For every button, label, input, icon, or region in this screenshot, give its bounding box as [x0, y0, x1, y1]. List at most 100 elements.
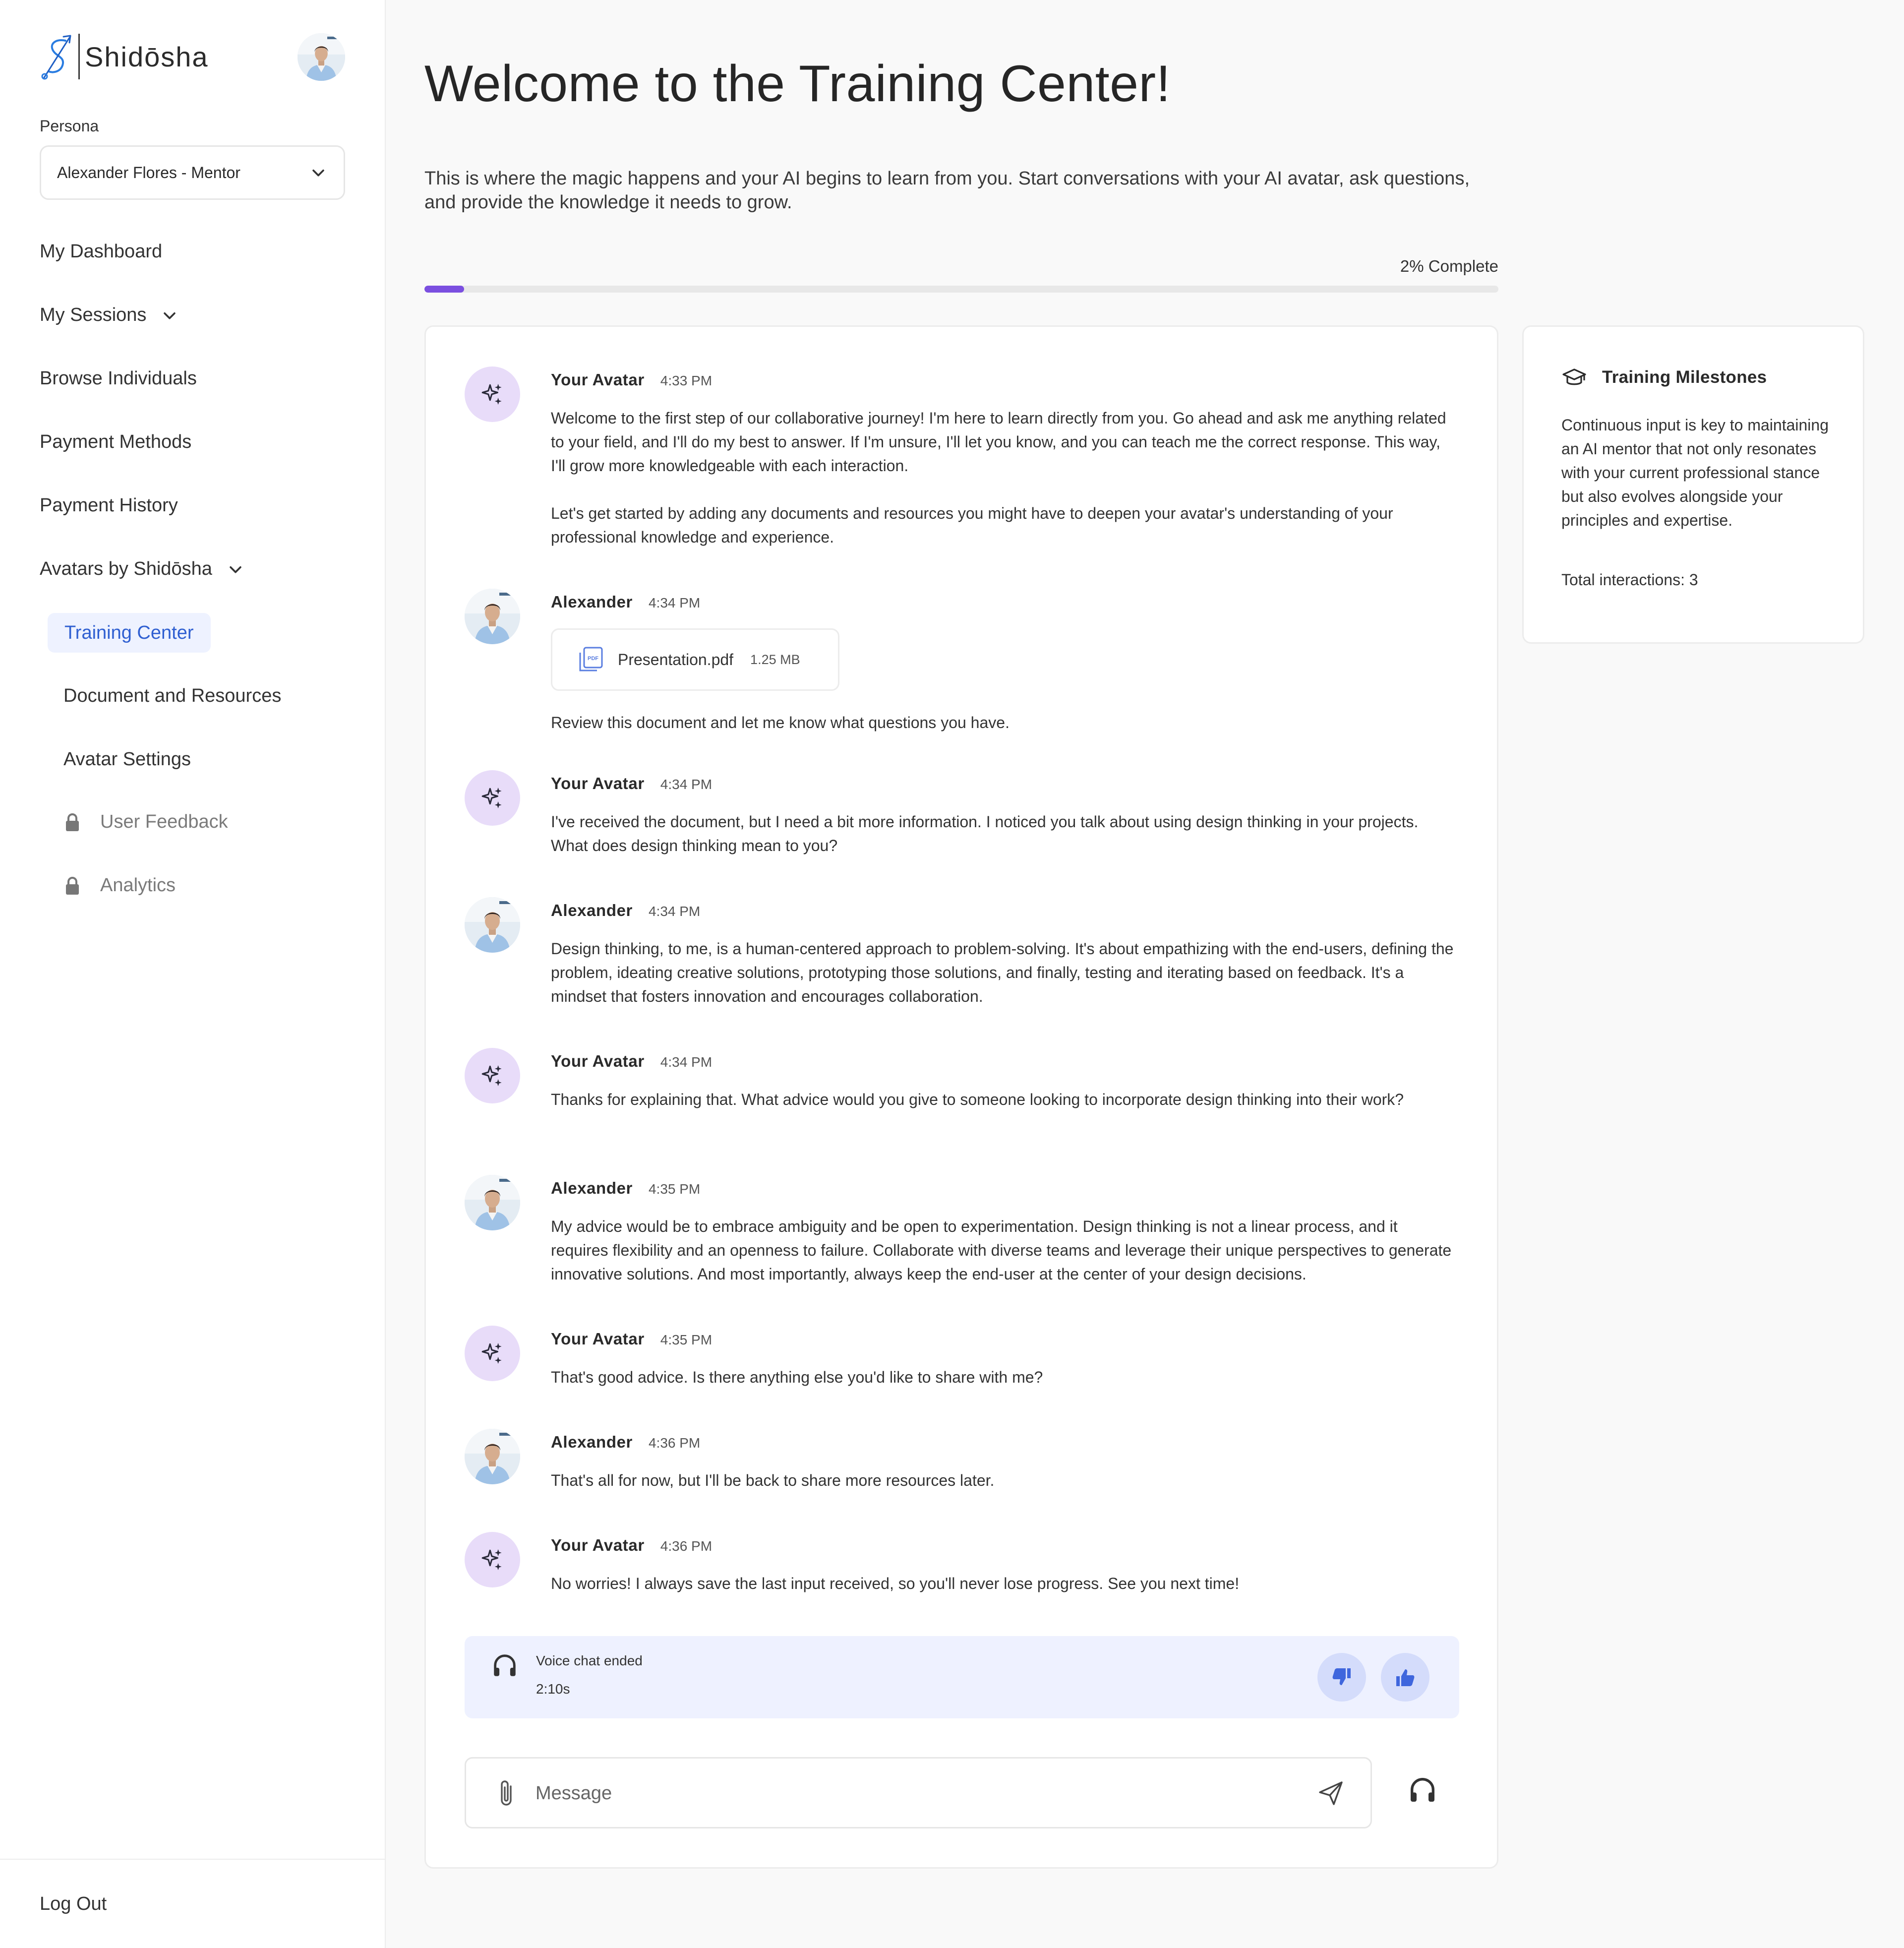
- message-composer: [465, 1757, 1372, 1828]
- sparkles-icon: [481, 1342, 503, 1365]
- message-sender: Your Avatar: [551, 1330, 645, 1348]
- sparkles-icon: [481, 1064, 503, 1087]
- logo-divider: [78, 34, 80, 79]
- message-time: 4:34 PM: [648, 904, 701, 919]
- file-size: 1.25 MB: [750, 652, 800, 667]
- ai-avatar: [465, 1048, 520, 1103]
- message-text: Thanks for explaining that. What advice …: [551, 1091, 1404, 1108]
- message-sender: Alexander: [551, 1179, 633, 1197]
- sidebar-item-training-center[interactable]: Training Center: [48, 613, 211, 653]
- sidebar-item-payment-methods[interactable]: Payment Methods: [40, 431, 191, 453]
- avatar[interactable]: [298, 33, 345, 81]
- message-time: 4:33 PM: [660, 373, 713, 388]
- sidebar-item-label: Analytics: [100, 875, 176, 896]
- chevron-down-icon: [312, 169, 324, 177]
- sidebar-item-dashboard[interactable]: My Dashboard: [40, 241, 162, 262]
- sidebar-item-label: Payment Methods: [40, 431, 192, 452]
- message-sender: Your Avatar: [551, 370, 645, 389]
- message-text: That's all for now, but I'll be back to …: [551, 1471, 995, 1489]
- voice-chat-summary: Voice chat ended 2:10s: [465, 1636, 1459, 1718]
- message-text: Welcome to the first step of our collabo…: [551, 406, 1458, 549]
- sidebar: Shidōsha Persona Alexander Flores - Ment…: [0, 0, 386, 1948]
- sidebar-item-label: Avatar Settings: [63, 749, 191, 770]
- sidebar-item-avatar-settings[interactable]: Avatar Settings: [63, 749, 191, 770]
- message-text: My advice would be to embrace ambiguity …: [551, 1218, 1452, 1283]
- send-icon[interactable]: [1316, 1778, 1346, 1808]
- sparkles-icon: [481, 383, 503, 406]
- message-sender: Alexander: [551, 593, 633, 611]
- sparkles-icon: [481, 1548, 503, 1571]
- pdf-file-icon: PDF: [579, 647, 603, 671]
- message-input[interactable]: [536, 1777, 1279, 1809]
- user-photo: [465, 897, 520, 953]
- message-sender: Your Avatar: [551, 1052, 645, 1070]
- sidebar-item-label: Training Center: [64, 622, 194, 643]
- page-title: Welcome to the Training Center!: [424, 55, 1171, 113]
- message-paragraph: Welcome to the first step of our collabo…: [551, 409, 1446, 475]
- sidebar-item-sessions[interactable]: My Sessions: [40, 304, 178, 326]
- user-avatar: [465, 589, 520, 644]
- thumbs-down-button[interactable]: [1317, 1653, 1366, 1702]
- logout-link[interactable]: Log Out: [40, 1893, 107, 1915]
- user-avatar: [465, 1175, 520, 1230]
- paperclip-icon[interactable]: [496, 1777, 518, 1809]
- user-photo: [465, 1175, 520, 1230]
- sidebar-item-user-feedback: User Feedback: [64, 811, 228, 833]
- persona-label: Persona: [40, 117, 99, 135]
- message-text: No worries! I always save the last input…: [551, 1575, 1240, 1592]
- message-time: 4:34 PM: [648, 595, 701, 610]
- user-photo: [298, 33, 345, 81]
- message-time: 4:35 PM: [648, 1181, 701, 1197]
- message-time: 4:34 PM: [660, 777, 713, 792]
- thumbs-up-button[interactable]: [1381, 1653, 1429, 1702]
- user-photo: [465, 589, 520, 644]
- milestones-description: Continuous input is key to maintaining a…: [1561, 416, 1829, 529]
- thumbs-up-icon: [1396, 1669, 1415, 1686]
- message-text: I've received the document, but I need a…: [551, 813, 1419, 854]
- page-description: This is where the magic happens and your…: [424, 168, 1470, 213]
- sidebar-item-avatars[interactable]: Avatars by Shidōsha: [40, 558, 244, 580]
- sidebar-item-analytics: Analytics: [64, 875, 176, 896]
- sidebar-item-documents[interactable]: Document and Resources: [63, 685, 281, 707]
- sidebar-divider: [0, 1859, 386, 1860]
- sidebar-item-payment-history[interactable]: Payment History: [40, 495, 178, 516]
- file-attachment[interactable]: PDF Presentation.pdf 1.25 MB: [551, 628, 839, 691]
- progress-fill: [424, 286, 465, 293]
- sidebar-item-label: Payment History: [40, 495, 178, 516]
- sparkles-icon: [481, 787, 503, 809]
- user-avatar: [465, 897, 520, 953]
- sidebar-item-label: User Feedback: [100, 811, 228, 832]
- user-avatar: [465, 1429, 520, 1484]
- message-sender: Alexander: [551, 901, 633, 919]
- ai-avatar: [465, 1326, 520, 1381]
- headphones-icon: [490, 1651, 519, 1680]
- svg-text:PDF: PDF: [588, 656, 598, 662]
- message-time: 4:36 PM: [660, 1538, 713, 1554]
- sidebar-item-browse-individuals[interactable]: Browse Individuals: [40, 368, 197, 389]
- file-name: Presentation.pdf: [618, 650, 734, 669]
- voice-chat-status: Voice chat ended: [536, 1653, 643, 1668]
- headphones-icon[interactable]: [1407, 1774, 1438, 1806]
- message-text: Review this document and let me know wha…: [551, 714, 1010, 731]
- message-sender: Your Avatar: [551, 1536, 645, 1554]
- sidebar-item-label: My Dashboard: [40, 241, 163, 262]
- graduation-cap-icon: [1562, 368, 1586, 385]
- ai-avatar: [465, 366, 520, 422]
- sidebar-item-label: Document and Resources: [63, 685, 282, 706]
- message-time: 4:34 PM: [660, 1054, 713, 1070]
- persona-selected-value: Alexander Flores - Mentor: [57, 163, 240, 182]
- lock-icon: [65, 813, 80, 832]
- voice-chat-duration: 2:10s: [536, 1681, 570, 1697]
- ai-avatar: [465, 770, 520, 826]
- brand-logo[interactable]: Shidōsha: [40, 31, 209, 82]
- milestones-title: Training Milestones: [1602, 367, 1767, 387]
- message-text: That's good advice. Is there anything el…: [551, 1368, 1043, 1386]
- message-time: 4:35 PM: [660, 1332, 713, 1347]
- message-text: Design thinking, to me, is a human-cente…: [551, 940, 1454, 1005]
- sidebar-item-label: Avatars by Shidōsha: [40, 558, 212, 579]
- thumbs-down-icon: [1332, 1668, 1351, 1685]
- progress-bar: [424, 286, 1498, 293]
- total-interactions: Total interactions: 3: [1561, 571, 1698, 589]
- persona-select[interactable]: Alexander Flores - Mentor: [40, 145, 345, 200]
- brand-name: Shidōsha: [85, 41, 209, 72]
